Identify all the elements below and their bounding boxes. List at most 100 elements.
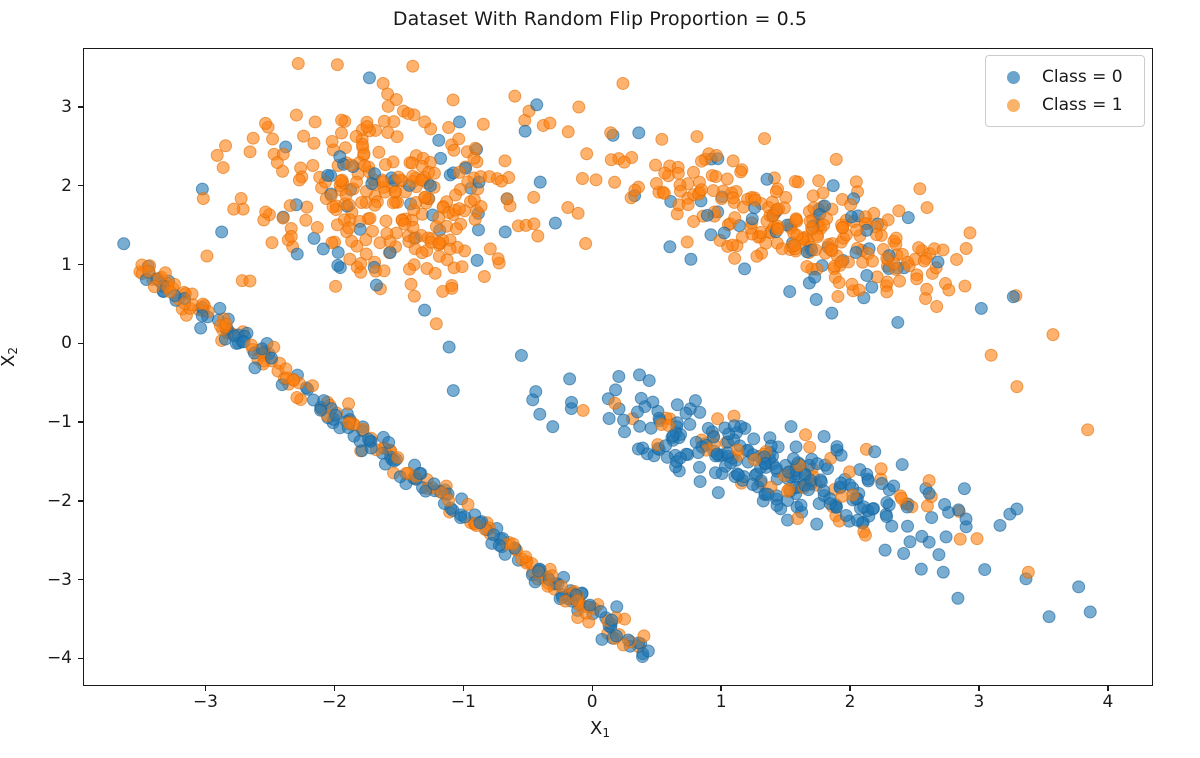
scatter-point	[307, 231, 321, 245]
x-tick-label: 1	[715, 692, 727, 712]
scatter-point	[984, 348, 998, 362]
scatter-point	[618, 425, 631, 439]
scatter-point	[482, 170, 496, 184]
scatter-point	[428, 266, 442, 280]
scatter-point	[745, 212, 759, 226]
scatter-point	[449, 222, 463, 236]
scatter-point	[555, 579, 569, 593]
scatter-point	[834, 476, 848, 490]
scatter-point	[213, 301, 227, 315]
scatter-point	[383, 246, 397, 259]
scatter-point	[748, 193, 762, 207]
scatter-point	[595, 632, 609, 646]
scatter-point	[731, 468, 745, 482]
scatter-point	[283, 199, 297, 213]
scatter-point	[527, 217, 541, 231]
scatter-point	[443, 242, 457, 256]
scatter-point	[769, 461, 783, 475]
scatter-point	[850, 223, 864, 237]
scatter-point	[1083, 605, 1097, 619]
chart-title: Dataset With Random Flip Proportion = 0.…	[392, 8, 808, 30]
scatter-point	[748, 453, 762, 467]
scatter-point	[358, 159, 371, 173]
scatter-point	[953, 532, 967, 546]
x-tick-mark	[462, 686, 464, 691]
scatter-point	[529, 385, 543, 399]
scatter-point	[446, 384, 460, 398]
scatter-point	[617, 155, 631, 169]
scatter-point	[307, 136, 321, 150]
y-tick-label: 3	[61, 97, 72, 118]
scatter-point	[324, 189, 338, 203]
scatter-point	[243, 145, 257, 159]
scatter-point	[403, 262, 416, 276]
scatter-point	[407, 289, 421, 303]
scatter-point	[491, 252, 505, 266]
scatter-point	[912, 241, 926, 255]
y-tick-label: −1	[46, 412, 72, 433]
scatter-point	[839, 508, 853, 522]
y-tick-mark	[78, 657, 83, 660]
scatter-point	[345, 234, 359, 248]
scatter-point	[810, 457, 824, 471]
scatter-point	[832, 276, 846, 289]
scatter-point	[688, 394, 702, 408]
scatter-point	[726, 154, 740, 168]
scatter-point	[531, 229, 545, 243]
x-tick-label: −1	[450, 692, 476, 712]
scatter-point	[452, 202, 466, 216]
scatter-point	[440, 253, 454, 267]
scatter-point	[287, 373, 301, 387]
scatter-point	[826, 179, 840, 193]
scatter-point	[500, 192, 514, 206]
scatter-point	[794, 498, 808, 512]
legend-item-class-1[interactable]: Class = 1	[995, 91, 1135, 119]
scatter-point	[761, 487, 775, 501]
scatter-point	[380, 226, 394, 240]
x-tick-mark	[849, 686, 851, 691]
scatter-point	[641, 644, 655, 658]
scatter-point	[335, 113, 349, 127]
scatter-point	[874, 462, 888, 476]
scatter-point	[300, 200, 314, 214]
scatter-point	[142, 264, 156, 278]
scatter-point	[1072, 580, 1086, 594]
scatter-point	[892, 204, 906, 218]
scatter-point	[308, 115, 322, 129]
scatter-point	[533, 175, 547, 189]
scatter-point	[345, 158, 359, 172]
scatter-point	[329, 279, 343, 293]
scatter-point	[829, 152, 843, 166]
scatter-point	[727, 419, 741, 433]
y-tick-mark	[78, 342, 83, 345]
scatter-point	[321, 168, 335, 182]
x-tick-label: 0	[586, 692, 598, 712]
legend-item-class-0[interactable]: Class = 0	[995, 63, 1135, 91]
scatter-point	[920, 201, 934, 215]
scatter-point	[519, 550, 533, 564]
scatter-point	[758, 132, 772, 146]
scatter-point	[771, 222, 785, 236]
scatter-point	[442, 493, 456, 507]
scatter-point	[379, 214, 393, 228]
scatter-point	[738, 262, 752, 276]
scatter-point	[458, 510, 472, 524]
scatter-point	[470, 253, 484, 267]
x-tick-mark	[978, 686, 980, 691]
scatter-point	[163, 285, 177, 299]
x-axis-label: X1	[0, 718, 1200, 740]
scatter-point	[728, 211, 742, 225]
scatter-point	[576, 403, 590, 417]
scatter-point	[642, 374, 656, 388]
matplotlib-figure: Dataset With Random Flip Proportion = 0.…	[0, 0, 1200, 758]
scatter-point	[429, 317, 443, 331]
scatter-point	[299, 213, 313, 227]
scatter-point	[467, 151, 481, 165]
scatter-point	[290, 247, 304, 261]
scatter-point	[583, 598, 597, 612]
scatter-point	[759, 236, 773, 250]
scatter-point	[461, 497, 475, 511]
scatter-point	[617, 413, 631, 427]
scatter-point	[362, 71, 376, 85]
scatter-point	[878, 543, 892, 557]
